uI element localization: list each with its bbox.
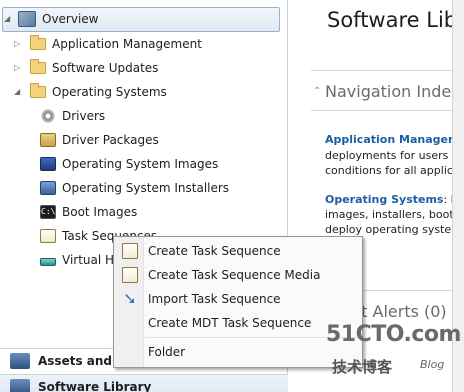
tree-item-label: Overview <box>42 12 99 26</box>
wunderbar-label: Software Library <box>38 380 152 392</box>
watermark-sub-text: 技术博客 <box>332 358 393 376</box>
os-text-line: deploy operating systems <box>325 223 464 236</box>
menu-item-import-task-sequence[interactable]: ➘ Import Task Sequence <box>116 288 360 310</box>
task-sequence-icon <box>40 229 56 243</box>
divider <box>311 70 464 71</box>
watermark-blog-text: Blog <box>420 358 445 371</box>
collapse-arrow-icon[interactable]: ◢ <box>14 88 22 96</box>
menu-item-create-task-sequence[interactable]: Create Task Sequence <box>116 240 360 262</box>
installer-icon <box>40 181 56 195</box>
tree-item-label: Boot Images <box>62 205 138 219</box>
page-title: Software Libra <box>327 8 464 32</box>
recent-alerts-header[interactable]: nt Alerts (0) <box>351 302 447 321</box>
expand-arrow-icon[interactable]: ◢ <box>4 15 12 23</box>
expand-arrow-icon[interactable]: ▷ <box>14 40 22 48</box>
tree-item-label: Operating System Images <box>62 157 219 171</box>
monitor-icon <box>40 157 56 171</box>
virtual-disk-icon <box>40 257 56 266</box>
tree-item-overview[interactable]: ◢ Overview <box>4 8 99 30</box>
application-management-link[interactable]: Application Management <box>325 133 464 146</box>
folder-icon <box>30 59 46 74</box>
tree-item-label: Software Updates <box>52 61 159 75</box>
driver-gear-icon <box>40 109 56 123</box>
overview-icon <box>18 11 36 27</box>
watermark: 51CTO.com 技术博客 Blog <box>326 322 464 382</box>
package-icon <box>40 133 56 147</box>
menu-item-label: Import Task Sequence <box>148 292 281 306</box>
tree-item-label: Operating System Installers <box>62 181 230 195</box>
os-text-line: images, installers, boot ima <box>325 208 464 221</box>
operating-systems-link[interactable]: Operating Systems <box>325 193 443 206</box>
collapse-chevron-icon[interactable]: ⌃ <box>313 86 323 97</box>
tree-item-os-images[interactable]: Operating System Images <box>40 153 218 175</box>
app-mgmt-text-line: deployments for users and <box>325 149 464 162</box>
tree-item-operating-systems[interactable]: ◢ Operating Systems <box>14 81 167 103</box>
command-prompt-icon: C:\ <box>40 205 56 219</box>
tree-item-os-installers[interactable]: Operating System Installers <box>40 177 229 199</box>
tree-item-drivers[interactable]: Drivers <box>40 105 105 127</box>
wunderbar-software-library[interactable]: Software Library <box>0 374 288 392</box>
menu-item-label: Create Task Sequence Media <box>148 268 321 282</box>
divider <box>311 110 464 111</box>
tree-item-label: Drivers <box>62 109 106 123</box>
assets-icon <box>10 353 30 369</box>
tree-item-application-management[interactable]: ▷ Application Management <box>14 33 202 55</box>
tree-item-driver-packages[interactable]: Driver Packages <box>40 129 159 151</box>
folder-icon <box>30 83 46 98</box>
import-arrow-icon: ➘ <box>123 289 137 308</box>
os-text-line: Operating Systems: Manag <box>325 192 464 207</box>
menu-item-label: Folder <box>148 345 186 359</box>
expand-arrow-icon[interactable]: ▷ <box>14 64 22 72</box>
tree-item-boot-images[interactable]: C:\ Boot Images <box>40 201 137 223</box>
folder-icon <box>30 35 46 50</box>
app-mgmt-text-line: conditions for all applicati <box>325 164 464 177</box>
navigation-index-header[interactable]: Navigation Index <box>325 82 460 101</box>
task-sequence-icon <box>122 243 138 259</box>
watermark-main-text: 51CTO.com <box>326 322 461 347</box>
software-library-icon <box>10 379 30 392</box>
menu-item-label: Create MDT Task Sequence <box>148 316 312 330</box>
menu-item-folder[interactable]: Folder <box>116 341 360 363</box>
tree-item-label: Application Management <box>52 37 202 51</box>
menu-item-create-task-sequence-media[interactable]: Create Task Sequence Media <box>116 264 360 286</box>
task-sequence-media-icon <box>122 267 138 283</box>
menu-item-label: Create Task Sequence <box>148 244 281 258</box>
tree-item-software-updates[interactable]: ▷ Software Updates <box>14 57 158 79</box>
tree-item-label: Driver Packages <box>62 133 159 147</box>
menu-item-create-mdt-task-sequence[interactable]: Create MDT Task Sequence <box>116 312 360 334</box>
tree-item-label: Operating Systems <box>52 85 167 99</box>
